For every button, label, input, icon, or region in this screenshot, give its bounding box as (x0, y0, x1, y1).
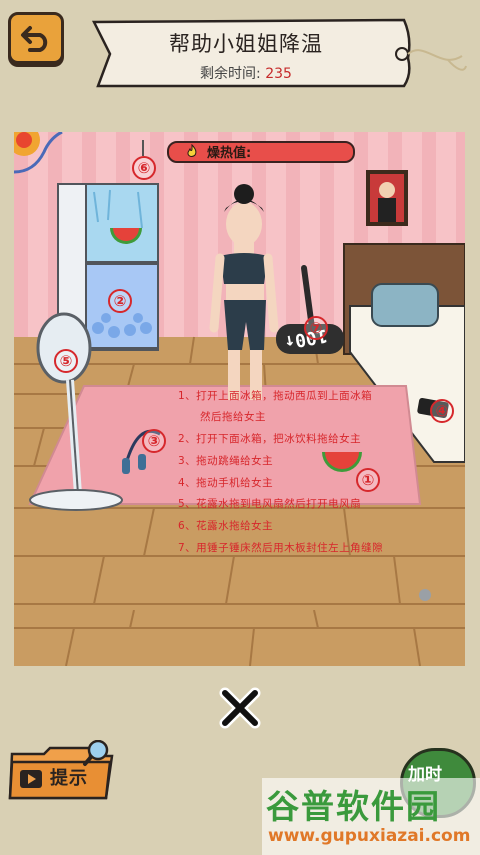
back-button[interactable] (8, 12, 64, 64)
watermark-title: 谷普软件园 (266, 787, 441, 826)
hint-line: 1、打开上面冰箱，拖动西瓜到上面冰箱 (178, 390, 373, 402)
hint-line: 2、打开下面冰箱，把冰饮料拖给女主 (178, 433, 362, 445)
hint-line: 5、花露水拖到电风扇然后打开电风扇 (178, 498, 362, 510)
fire-icon (187, 144, 197, 157)
heat-meter: 燥热值: (167, 141, 355, 163)
undo-arrow-icon (21, 26, 48, 52)
hint-line: 4、拖动手机给女主 (178, 477, 274, 489)
video-icon (20, 770, 42, 788)
room-illustration (14, 132, 465, 610)
timer-label: 剩余时间: (200, 66, 261, 82)
marker-4[interactable]: ④ (430, 399, 454, 423)
marker-5[interactable]: ⑤ (54, 349, 78, 373)
hint-button-label: 提示 (50, 768, 88, 789)
timer-value: 235 (265, 66, 292, 82)
close-icon (219, 687, 261, 729)
floor-extension (14, 610, 465, 666)
string-decoration (407, 49, 467, 71)
watermark-url: www.gupuxiazai.com (268, 826, 471, 846)
hint-line: 6、花露水拖给女主 (178, 520, 274, 532)
hint-line: 然后拖给女主 (200, 411, 266, 423)
marker-2[interactable]: ② (108, 289, 132, 313)
game-scene: 燥热值: 100↑ ① ② ③ ④ ⑤ ⑥ ⑦ 1、打开上面冰箱，拖动西瓜到上面… (14, 132, 465, 610)
close-button[interactable] (219, 687, 261, 729)
heat-label: 燥热值: (207, 146, 252, 161)
marker-7[interactable]: ⑦ (304, 316, 328, 340)
hint-line: 3、拖动跳绳给女主 (178, 455, 274, 467)
hint-line: 7、用锤子锤床然后用木板封住左上角缝隙 (178, 542, 384, 554)
timer: 剩余时间: 235 (96, 63, 396, 83)
page-title: 帮助小姐姐降温 (169, 32, 323, 56)
marker-1[interactable]: ① (356, 468, 380, 492)
marker-6[interactable]: ⑥ (132, 156, 156, 180)
marker-3[interactable]: ③ (142, 429, 166, 453)
